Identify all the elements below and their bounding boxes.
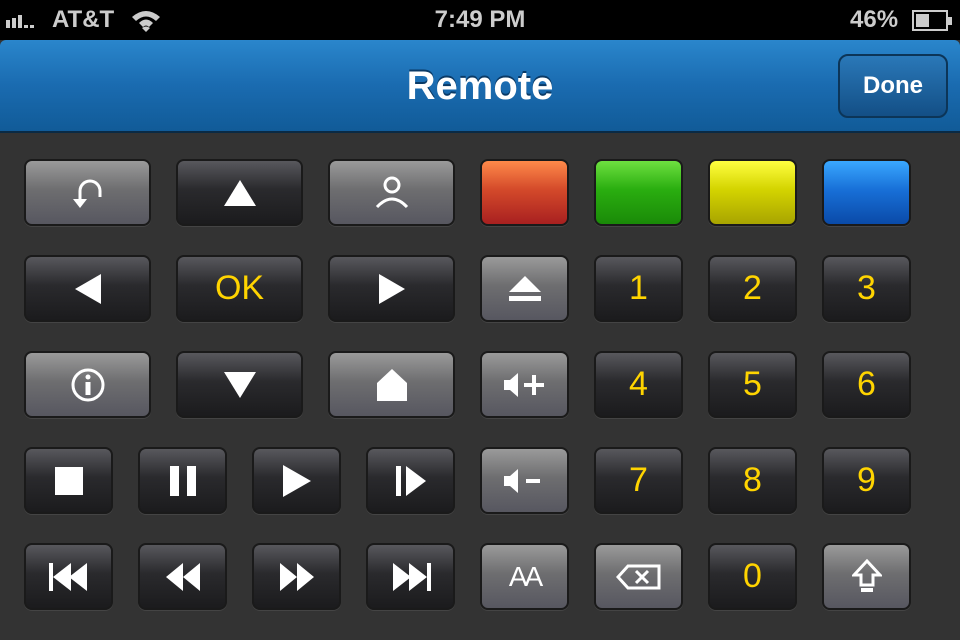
key-8[interactable]: 8	[708, 447, 797, 514]
text-size-label: AA	[508, 560, 543, 592]
triangle-right-icon	[377, 272, 407, 306]
left-button[interactable]	[24, 255, 151, 322]
home-icon	[375, 367, 409, 403]
volume-down-icon	[502, 466, 548, 496]
done-button[interactable]: Done	[838, 54, 948, 118]
step-forward-button[interactable]	[366, 447, 455, 514]
stop-button[interactable]	[24, 447, 113, 514]
yellow-button[interactable]	[708, 159, 797, 226]
key-6[interactable]: 6	[822, 351, 911, 418]
user-button[interactable]	[328, 159, 455, 226]
backspace-icon	[615, 563, 662, 591]
previous-track-button[interactable]	[24, 543, 113, 610]
right-button[interactable]	[328, 255, 455, 322]
shift-button[interactable]	[822, 543, 911, 610]
rewind-button[interactable]	[138, 543, 227, 610]
volume-up-icon	[502, 370, 548, 400]
key-3[interactable]: 3	[822, 255, 911, 322]
triangle-up-icon	[222, 178, 258, 208]
volume-up-button[interactable]	[480, 351, 569, 418]
text-size-button[interactable]: AA	[480, 543, 569, 610]
rewind-icon	[164, 561, 202, 593]
play-icon	[281, 464, 313, 498]
step-forward-icon	[394, 464, 428, 498]
battery-percent: 46%	[850, 6, 899, 33]
backspace-button[interactable]	[594, 543, 683, 610]
triangle-left-icon	[73, 272, 103, 306]
ok-button[interactable]: OK	[176, 255, 303, 322]
triangle-down-icon	[222, 370, 258, 400]
battery-icon	[912, 10, 954, 32]
pause-button[interactable]	[138, 447, 227, 514]
green-button[interactable]	[594, 159, 683, 226]
back-button[interactable]	[24, 159, 151, 226]
key-2[interactable]: 2	[708, 255, 797, 322]
key-1[interactable]: 1	[594, 255, 683, 322]
eject-button[interactable]	[480, 255, 569, 322]
user-icon	[372, 173, 412, 213]
eject-icon	[507, 274, 543, 304]
page-title: Remote	[406, 64, 554, 108]
up-button[interactable]	[176, 159, 303, 226]
status-bar: AT&T 7:49 PM 46%	[0, 0, 960, 40]
key-5[interactable]: 5	[708, 351, 797, 418]
shift-arrow-icon	[851, 558, 882, 595]
volume-down-button[interactable]	[480, 447, 569, 514]
next-track-button[interactable]	[366, 543, 455, 610]
down-button[interactable]	[176, 351, 303, 418]
blue-button[interactable]	[822, 159, 911, 226]
navigation-bar: Remote Done	[0, 40, 960, 133]
key-4[interactable]: 4	[594, 351, 683, 418]
clock: 7:49 PM	[434, 6, 526, 33]
pause-icon	[168, 465, 198, 497]
fast-forward-icon	[278, 561, 316, 593]
stop-icon	[54, 466, 84, 496]
skip-forward-icon	[389, 561, 433, 593]
key-9[interactable]: 9	[822, 447, 911, 514]
home-button[interactable]	[328, 351, 455, 418]
info-icon	[70, 367, 106, 403]
fast-forward-button[interactable]	[252, 543, 341, 610]
play-button[interactable]	[252, 447, 341, 514]
return-arrow-icon	[68, 173, 108, 213]
key-7[interactable]: 7	[594, 447, 683, 514]
skip-back-icon	[47, 561, 91, 593]
red-button[interactable]	[480, 159, 569, 226]
info-button[interactable]	[24, 351, 151, 418]
key-0[interactable]: 0	[708, 543, 797, 610]
